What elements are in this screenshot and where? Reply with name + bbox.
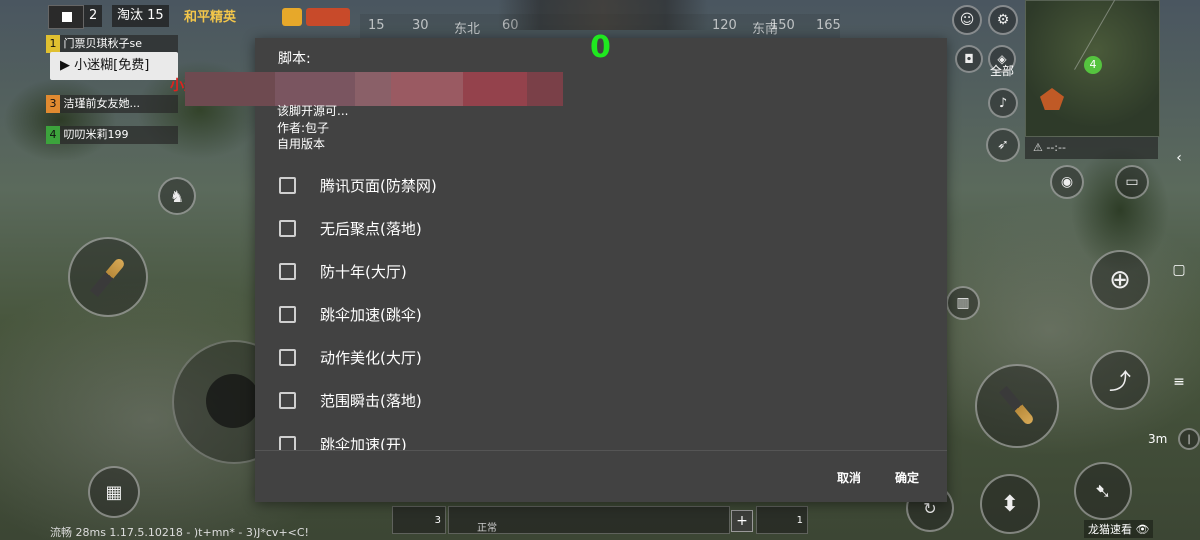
square-icon[interactable]: ▢ bbox=[1170, 262, 1188, 280]
jump-icon[interactable]: ⤴ bbox=[1090, 350, 1150, 410]
option-label: 跳伞加速(开) bbox=[320, 436, 407, 450]
option-item[interactable]: 防十年(大厅) bbox=[255, 253, 947, 295]
checkbox[interactable] bbox=[279, 349, 296, 366]
peek-left-icon[interactable]: ♞ bbox=[158, 177, 196, 215]
map-player-marker: 4 bbox=[1084, 56, 1102, 74]
redacted-block bbox=[185, 72, 275, 106]
checkbox[interactable] bbox=[279, 306, 296, 323]
dialog-author: 作者:包子 bbox=[277, 121, 330, 135]
map-status-bar: ⚠ --:-- bbox=[1025, 137, 1158, 159]
slot-count: 3 bbox=[434, 515, 441, 526]
bullet-icon bbox=[90, 256, 126, 298]
compass-tick: 东北 bbox=[454, 22, 481, 37]
distance-label: 3m bbox=[1148, 432, 1168, 446]
team-member-4: 4 叨叨米莉199 bbox=[46, 126, 178, 144]
prone-icon[interactable]: ➷ bbox=[1074, 462, 1132, 520]
location-pin-icon[interactable]: ◉ bbox=[1050, 165, 1084, 199]
slot-label: 正常 bbox=[477, 523, 497, 534]
eye-icon[interactable]: 👁 bbox=[1136, 523, 1150, 536]
redacted-block bbox=[391, 72, 463, 106]
team-member-number: 3 bbox=[46, 95, 60, 113]
trophy-icon bbox=[282, 8, 302, 26]
chevron-left-icon[interactable]: ‹ bbox=[1170, 150, 1188, 168]
checkbox[interactable] bbox=[279, 392, 296, 409]
stop-icon bbox=[62, 12, 72, 22]
sprint-icon[interactable]: ➶ bbox=[986, 128, 1020, 162]
backpack-icon[interactable]: ▥ bbox=[946, 286, 980, 320]
fire-button-right[interactable] bbox=[975, 364, 1059, 448]
compass-tick: 165 bbox=[816, 18, 841, 33]
crouch-icon[interactable]: ⬍ bbox=[980, 474, 1040, 534]
option-item[interactable]: 动作美化(大厅) bbox=[255, 339, 947, 381]
joystick-knob[interactable] bbox=[206, 374, 260, 428]
dialog-usage: 自用版本 bbox=[277, 137, 326, 151]
option-item[interactable]: 跳伞加速(开) bbox=[255, 426, 947, 450]
compass-tick: 150 bbox=[770, 18, 795, 33]
game-title: 和平精英 bbox=[184, 10, 237, 25]
backpack-button-icon[interactable]: ▦ bbox=[88, 466, 140, 518]
slot-count: 1 bbox=[796, 515, 803, 526]
option-label: 跳伞加速(跳伞) bbox=[320, 306, 422, 324]
checkbox[interactable] bbox=[279, 220, 296, 237]
emoji-icon[interactable]: ☺ bbox=[952, 5, 982, 35]
confirm-button[interactable]: 确定 bbox=[885, 462, 929, 494]
team-member-number: 1 bbox=[46, 35, 60, 53]
weapon-slot[interactable]: 正常 bbox=[448, 506, 730, 534]
extinguisher-icon[interactable]: ◘ bbox=[955, 45, 983, 73]
dialog-divider bbox=[255, 450, 947, 451]
compass-tick: 120 bbox=[712, 18, 737, 33]
option-label: 腾讯页面(防禁网) bbox=[320, 177, 437, 195]
checkbox[interactable] bbox=[279, 263, 296, 280]
dialog-info-line: 该脚开源可... bbox=[277, 104, 349, 118]
microphone-icon[interactable]: ♪ bbox=[988, 88, 1018, 118]
gear-icon[interactable]: ⚙ bbox=[988, 5, 1018, 35]
option-label: 防十年(大厅) bbox=[320, 263, 407, 281]
option-item[interactable]: 范围瞬击(落地) bbox=[255, 382, 947, 424]
cancel-button[interactable]: 取消 bbox=[827, 462, 871, 494]
option-label: 无后聚点(落地) bbox=[320, 220, 422, 238]
option-item[interactable]: 跳伞加速(跳伞) bbox=[255, 296, 947, 338]
team-member-3: 3 洁瑾前女友她... bbox=[46, 95, 178, 113]
compass-tick: 15 bbox=[368, 18, 385, 33]
team-member-number: 4 bbox=[46, 126, 60, 144]
all-label: 全部 bbox=[990, 64, 1015, 78]
team-member-1: 1 门票贝琪秋子se bbox=[46, 35, 178, 53]
option-item[interactable]: 腾讯页面(防禁网) bbox=[255, 167, 947, 209]
option-list: 腾讯页面(防禁网) 无后聚点(落地) 防十年(大厅) 跳伞加速(跳伞) 动作美化… bbox=[255, 162, 947, 450]
team-member-name: 叨叨米莉199 bbox=[63, 128, 129, 141]
menu-icon[interactable]: ≡ bbox=[1170, 374, 1188, 392]
fire-button-left[interactable] bbox=[68, 237, 148, 317]
team-member-name: 门票贝琪秋子se bbox=[63, 37, 143, 50]
crosshair-icon[interactable]: ⊕ bbox=[1090, 250, 1150, 310]
script-dialog: 脚本: 该脚开源可... 作者:包子 自用版本 腾讯页面(防禁网) 无后聚点(落… bbox=[185, 38, 947, 502]
script-menu-button[interactable]: ▶ 小迷糊[免费] bbox=[50, 52, 178, 80]
dialog-title: 脚本: bbox=[278, 51, 311, 67]
option-label: 动作美化(大厅) bbox=[320, 349, 422, 367]
option-item[interactable]: 无后聚点(落地) bbox=[255, 210, 947, 252]
alive-count: 2 bbox=[84, 5, 103, 27]
checkbox[interactable] bbox=[279, 436, 296, 450]
compass-tick: 30 bbox=[412, 18, 429, 33]
eliminated-label: 淘汰 15 bbox=[112, 5, 169, 27]
redacted-block bbox=[463, 72, 527, 106]
item-slot-left[interactable]: 3 bbox=[392, 506, 446, 534]
eliminated-count: 15 bbox=[147, 8, 164, 23]
item-slot-right[interactable]: 1 bbox=[756, 506, 808, 534]
redacted-block bbox=[275, 72, 355, 106]
spectator-label: 龙猫速看 👁 bbox=[1084, 520, 1154, 538]
checkbox[interactable] bbox=[279, 177, 296, 194]
network-status: 流畅 28ms 1.17.5.10218 - )t+mn* - 3)J*cv+<… bbox=[50, 526, 309, 539]
win-badge bbox=[306, 8, 350, 26]
center-counter: 0 bbox=[590, 30, 611, 65]
compass-center-blur bbox=[498, 0, 708, 30]
redacted-block bbox=[527, 72, 563, 106]
redacted-block bbox=[355, 72, 391, 106]
team-member-name: 洁瑾前女友她... bbox=[63, 97, 141, 110]
option-label: 范围瞬击(落地) bbox=[320, 392, 422, 410]
map-status-text: --:-- bbox=[1046, 141, 1066, 154]
bullet-icon bbox=[999, 385, 1035, 427]
add-slot-button[interactable]: + bbox=[731, 510, 753, 532]
chat-icon[interactable]: ▭ bbox=[1115, 165, 1149, 199]
side-indicator-icon[interactable]: | bbox=[1178, 428, 1200, 450]
